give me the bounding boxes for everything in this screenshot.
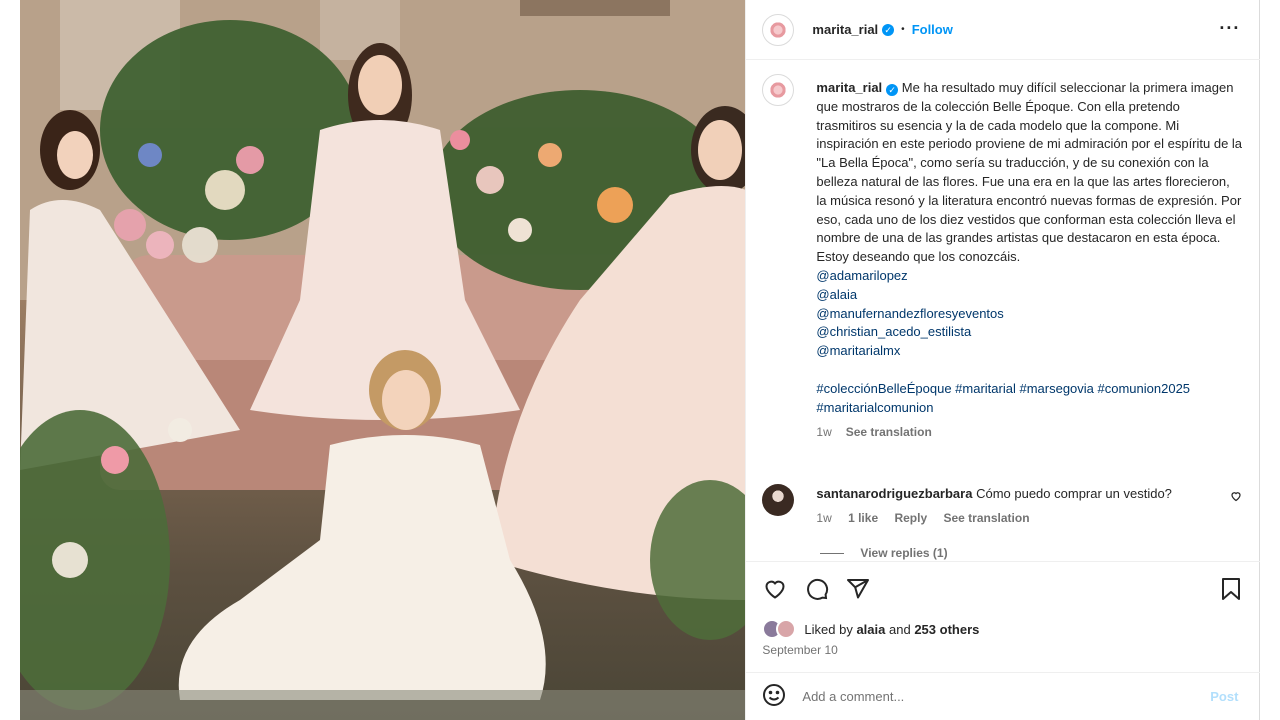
comment-icon[interactable]: [804, 576, 830, 602]
author-username[interactable]: marita_rial: [812, 22, 878, 37]
hashtags-line[interactable]: #maritarialcomunion: [816, 399, 1242, 418]
caption-author-username[interactable]: marita_rial: [816, 80, 882, 95]
mention-link[interactable]: @alaia: [816, 286, 1242, 305]
separator-dot: •: [901, 24, 905, 35]
likes-middle: and: [889, 621, 911, 637]
caption-time: 1w: [816, 425, 832, 440]
post-comment-button[interactable]: Post: [1210, 689, 1238, 704]
likes-prefix: Liked by: [804, 621, 853, 637]
comment-see-translation-link[interactable]: See translation: [944, 511, 1030, 525]
likes-count[interactable]: 253 others: [914, 622, 979, 637]
verified-badge-icon: ✓: [882, 23, 895, 36]
liker-avatars: [762, 619, 800, 639]
comment-body: santanarodriguezbarbara Cómo puedo compr…: [816, 486, 1216, 501]
view-replies-button[interactable]: View replies (1): [820, 546, 948, 560]
caption-text: Me ha resultado muy difícil seleccionar …: [816, 80, 1243, 265]
action-bar: [746, 561, 1261, 613]
comment-input[interactable]: [802, 689, 1183, 704]
brand-logo-icon: [769, 20, 788, 39]
post-header: marita_rial ✓ • Follow ···: [746, 0, 1261, 60]
comment-likes-count[interactable]: 1 like: [848, 511, 878, 525]
reply-button[interactable]: Reply: [894, 511, 927, 525]
mention-link[interactable]: @adamarilopez: [816, 267, 1242, 286]
see-translation-link[interactable]: See translation: [846, 425, 932, 439]
comment-like-heart-icon[interactable]: [1230, 490, 1242, 505]
liker-avatar: [776, 619, 797, 639]
likes-summary[interactable]: Liked by alaia and 253 others: [762, 619, 979, 639]
view-replies-label: View replies (1): [860, 546, 948, 560]
brand-logo-icon: [769, 81, 788, 99]
post-modal: marita_rial ✓ • Follow ··· marita_rial ✓ …: [20, 0, 1261, 720]
mention-link[interactable]: @christian_acedo_estilista: [816, 323, 1242, 342]
commenter-avatar[interactable]: [762, 484, 795, 516]
comment-text: Cómo puedo comprar un vestido?: [976, 486, 1172, 501]
caption-meta: 1w See translation: [816, 423, 1242, 442]
add-comment-bar: Post: [746, 672, 1261, 720]
mention-link[interactable]: @manufernandezfloresyeventos: [816, 305, 1242, 324]
caption-author-avatar[interactable]: [762, 74, 795, 106]
post-side-panel: marita_rial ✓ • Follow ··· marita_rial ✓ …: [745, 0, 1261, 720]
follow-button[interactable]: Follow: [912, 22, 953, 37]
comment-meta: 1w 1 like Reply See translation: [816, 511, 1042, 525]
comment-time: 1w: [816, 511, 832, 525]
author-avatar[interactable]: [762, 13, 795, 46]
post-date: September 10: [762, 643, 838, 657]
share-icon[interactable]: [845, 576, 871, 602]
liker-username[interactable]: alaia: [856, 622, 885, 637]
verified-badge-icon: ✓: [886, 84, 899, 96]
post-photo-illustration: [20, 0, 746, 720]
heart-icon[interactable]: [762, 576, 788, 602]
more-horizontal-icon[interactable]: ···: [1219, 18, 1240, 39]
bookmark-icon[interactable]: [1218, 576, 1244, 602]
post-image[interactable]: [20, 0, 746, 720]
commenter-username[interactable]: santanarodriguezbarbara: [816, 486, 972, 501]
emoji-icon[interactable]: [762, 683, 786, 710]
replies-divider: [820, 552, 845, 554]
hashtags-line[interactable]: #colecciónBelleÉpoque #maritarial #marse…: [816, 380, 1242, 399]
mention-link[interactable]: @maritarialmx: [816, 342, 1242, 361]
